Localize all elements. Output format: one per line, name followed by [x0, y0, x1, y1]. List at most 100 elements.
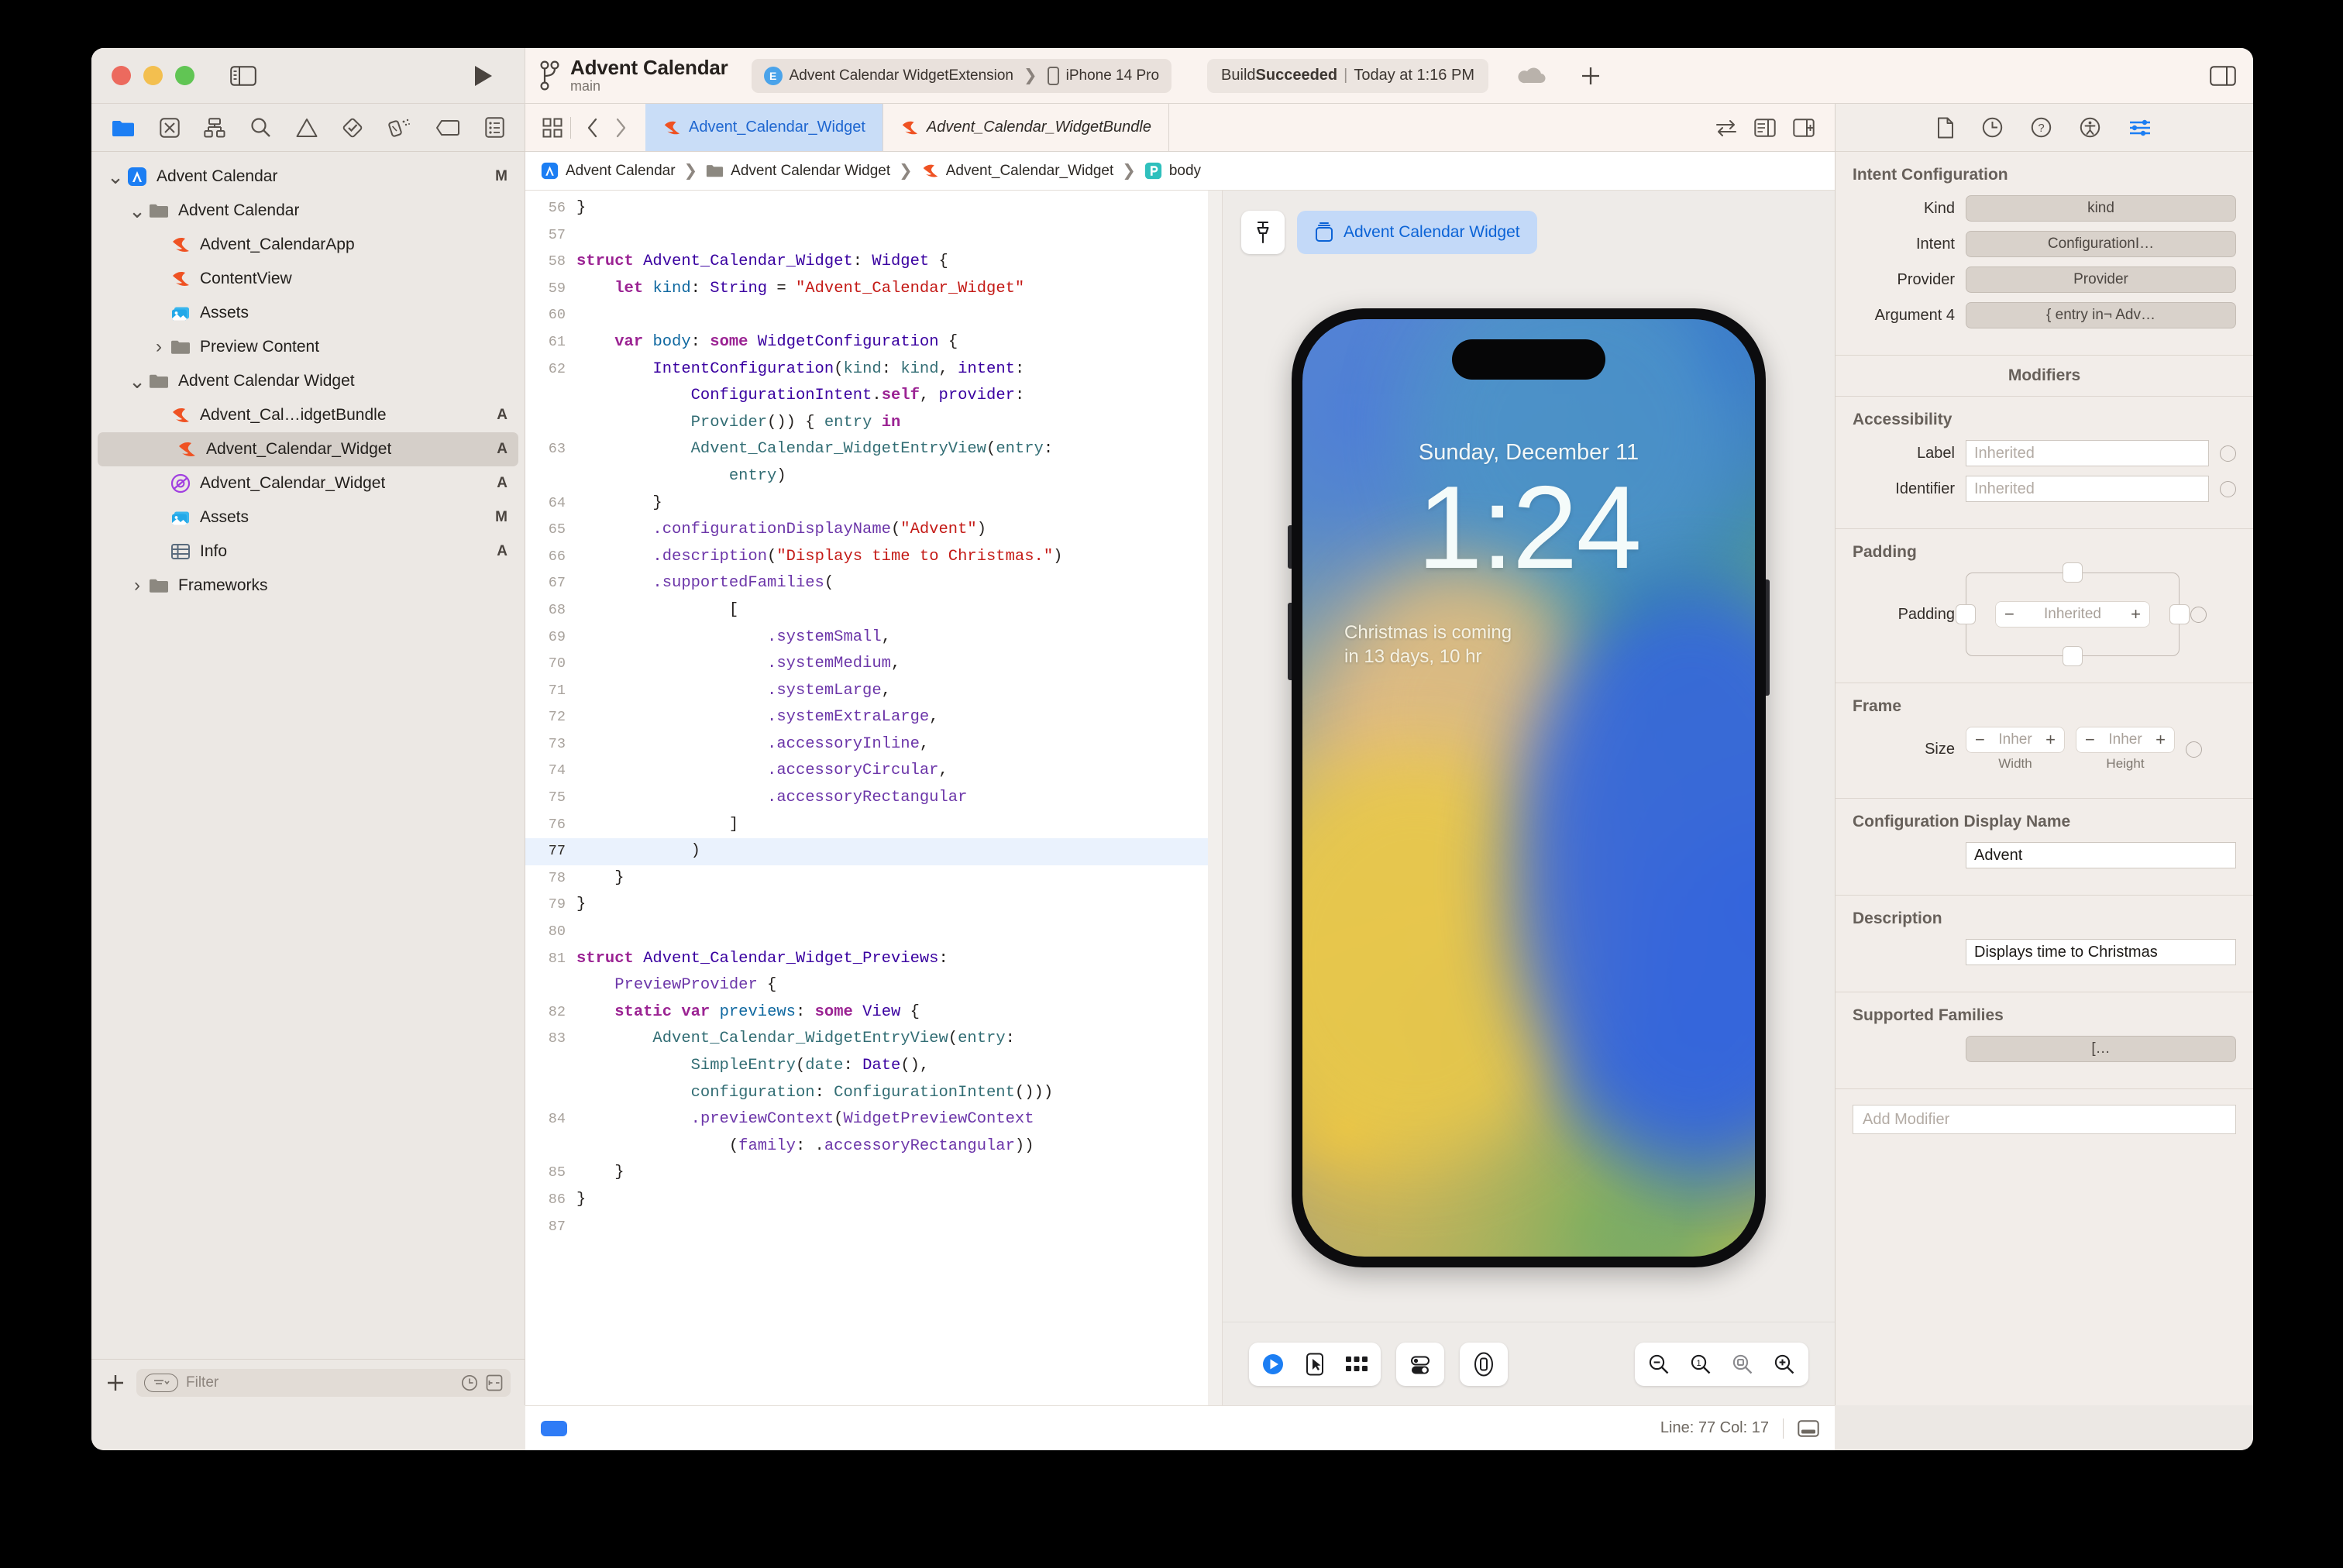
padding-increment[interactable]: + — [2131, 604, 2141, 624]
file-inspector-icon[interactable] — [1937, 117, 1954, 139]
pin-icon[interactable] — [1241, 211, 1285, 254]
accessibility-identifier-input[interactable]: Inherited — [1966, 476, 2209, 502]
zoom-in-icon[interactable] — [1765, 1345, 1804, 1384]
toggle-navigator-icon[interactable] — [230, 65, 256, 86]
frame-width-decrement[interactable]: − — [1975, 730, 1985, 750]
filter-options-icon[interactable] — [144, 1373, 178, 1392]
source-control-filter-icon[interactable] — [486, 1374, 503, 1391]
chevron-down-icon[interactable]: ⌄ — [127, 201, 147, 221]
chevron-right-icon[interactable]: › — [149, 336, 169, 358]
editor-status-chip[interactable] — [541, 1420, 567, 1436]
tree-item-frameworks[interactable]: › Frameworks — [91, 569, 525, 603]
tree-item-preview-content[interactable]: › Preview Content — [91, 330, 525, 364]
variants-grid-icon[interactable] — [1337, 1345, 1376, 1384]
breadcrumb-item-3[interactable]: body — [1144, 162, 1201, 180]
quick-help-icon[interactable]: ? — [2031, 117, 2052, 138]
tree-item-advent-calendar-widget[interactable]: Advent_Calendar_Widget A — [98, 432, 518, 466]
tree-item-contentview[interactable]: ContentView — [91, 262, 525, 296]
intent-row-value[interactable]: { entry in¬ Adv… — [1966, 302, 2236, 328]
recent-files-icon[interactable] — [461, 1374, 478, 1391]
chevron-right-icon[interactable]: › — [127, 575, 147, 597]
related-items-icon[interactable] — [542, 118, 563, 138]
padding-top-checkbox[interactable] — [2063, 562, 2083, 583]
editor-tab-1[interactable]: Advent_Calendar_WidgetBundle — [883, 104, 1169, 151]
configuration-display-name-input[interactable]: Advent — [1966, 842, 2236, 868]
tree-item-info[interactable]: Info A — [91, 535, 525, 569]
code-editor[interactable]: 56} 57 58 struct Advent_Calendar_Widget: W… — [525, 191, 1223, 1405]
add-file-icon[interactable] — [105, 1373, 126, 1393]
play-icon[interactable] — [1254, 1345, 1292, 1384]
swap-editors-icon[interactable] — [1715, 119, 1737, 136]
debug-icon[interactable] — [388, 117, 411, 139]
padding-leading-checkbox[interactable] — [1956, 604, 1976, 624]
intent-row-value[interactable]: ConfigurationI… — [1966, 231, 2236, 257]
intent-row-value[interactable]: Provider — [1966, 266, 2236, 293]
tree-item-advent-calendarapp[interactable]: Advent_CalendarApp — [91, 228, 525, 262]
add-editor-icon[interactable] — [1580, 65, 1602, 87]
code-scrollbar[interactable] — [1208, 191, 1222, 1405]
chevron-down-icon[interactable]: ⌄ — [105, 167, 126, 187]
cloud-icon[interactable] — [1518, 66, 1547, 86]
frame-width-increment[interactable]: + — [2045, 730, 2056, 750]
folder-icon[interactable] — [112, 119, 135, 137]
minimize-button[interactable] — [143, 66, 163, 85]
description-input[interactable]: Displays time to Christmas — [1966, 939, 2236, 965]
accessory-rectangular-widget[interactable]: Christmas is coming in 13 days, 10 hr — [1344, 621, 1512, 669]
source-control-icon[interactable] — [159, 117, 180, 138]
close-button[interactable] — [112, 66, 131, 85]
frame-height-decrement[interactable]: − — [2085, 730, 2095, 750]
tree-item-advent-calendar[interactable]: ⌄ Advent Calendar M — [91, 160, 525, 194]
padding-trailing-checkbox[interactable] — [2169, 604, 2190, 624]
tree-item-advent-cal-idgetbundle[interactable]: Advent_Cal…idgetBundle A — [91, 398, 525, 432]
zoom-fit-icon[interactable] — [1723, 1345, 1762, 1384]
toggle-debug-area-icon[interactable] — [1798, 1419, 1819, 1437]
device-settings-icon[interactable] — [1464, 1345, 1503, 1384]
intent-row-value[interactable]: kind — [1966, 195, 2236, 222]
zoom-100-icon[interactable]: 1 — [1681, 1345, 1720, 1384]
accessibility-label-input[interactable]: Inherited — [1966, 440, 2209, 466]
build-status-banner[interactable]: Build Succeeded | Today at 1:16 PM — [1207, 58, 1488, 93]
go-forward-icon[interactable] — [607, 118, 635, 138]
accessibility-inspector-icon[interactable] — [2080, 117, 2100, 138]
padding-toggle[interactable] — [2190, 606, 2207, 623]
padding-stepper[interactable]: − Inherited + — [1995, 601, 2150, 628]
tree-item-assets[interactable]: Assets — [91, 296, 525, 330]
hierarchy-icon[interactable] — [204, 117, 225, 138]
minimap-toggle-icon[interactable] — [1754, 118, 1776, 137]
report-icon[interactable] — [485, 117, 504, 138]
accessibility-label-toggle[interactable] — [2220, 445, 2236, 462]
go-back-icon[interactable] — [579, 118, 607, 138]
toggle-inspector-icon[interactable] — [2210, 65, 2236, 86]
search-icon[interactable] — [250, 117, 271, 138]
preview-target-chip[interactable]: Advent Calendar Widget — [1297, 211, 1537, 254]
tree-item-advent-calendar-widget[interactable]: Advent_Calendar_Widget A — [91, 466, 525, 500]
frame-height-increment[interactable]: + — [2155, 730, 2166, 750]
breadcrumb-item-1[interactable]: Advent Calendar Widget — [706, 162, 890, 180]
appearance-toggle-icon[interactable] — [1401, 1345, 1440, 1384]
frame-toggle[interactable] — [2186, 741, 2202, 758]
history-inspector-icon[interactable] — [1982, 117, 2003, 138]
breadcrumb-item-2[interactable]: Advent_Calendar_Widget — [921, 162, 1113, 180]
zoom-button[interactable] — [175, 66, 194, 85]
editor-tab-0[interactable]: Advent_Calendar_Widget — [645, 104, 883, 151]
attributes-inspector-icon[interactable] — [2128, 119, 2152, 137]
tree-item-advent-calendar[interactable]: ⌄ Advent Calendar — [91, 194, 525, 228]
breadcrumb-item-0[interactable]: Advent Calendar — [541, 162, 676, 180]
add-modifier-input[interactable]: Add Modifier — [1853, 1105, 2236, 1134]
warning-icon[interactable] — [296, 118, 318, 138]
frame-height-stepper[interactable]: − Inher + — [2076, 727, 2175, 753]
add-assistant-editor-icon[interactable] — [1793, 118, 1815, 137]
scheme-destination-picker[interactable]: E Advent Calendar WidgetExtension ❯ iPho… — [751, 58, 1172, 93]
accessibility-identifier-toggle[interactable] — [2220, 480, 2236, 497]
zoom-out-icon[interactable] — [1639, 1345, 1678, 1384]
padding-bottom-checkbox[interactable] — [2063, 646, 2083, 666]
pointer-icon[interactable] — [1295, 1345, 1334, 1384]
padding-decrement[interactable]: − — [2004, 604, 2014, 624]
breakpoint-icon[interactable] — [435, 119, 460, 136]
run-button-icon[interactable] — [473, 64, 494, 88]
tree-item-assets[interactable]: Assets M — [91, 500, 525, 535]
filter-input[interactable]: Filter — [136, 1368, 511, 1397]
chevron-down-icon[interactable]: ⌄ — [127, 371, 147, 391]
frame-width-stepper[interactable]: − Inher + — [1966, 727, 2065, 753]
tree-item-advent-calendar-widget[interactable]: ⌄ Advent Calendar Widget — [91, 364, 525, 398]
